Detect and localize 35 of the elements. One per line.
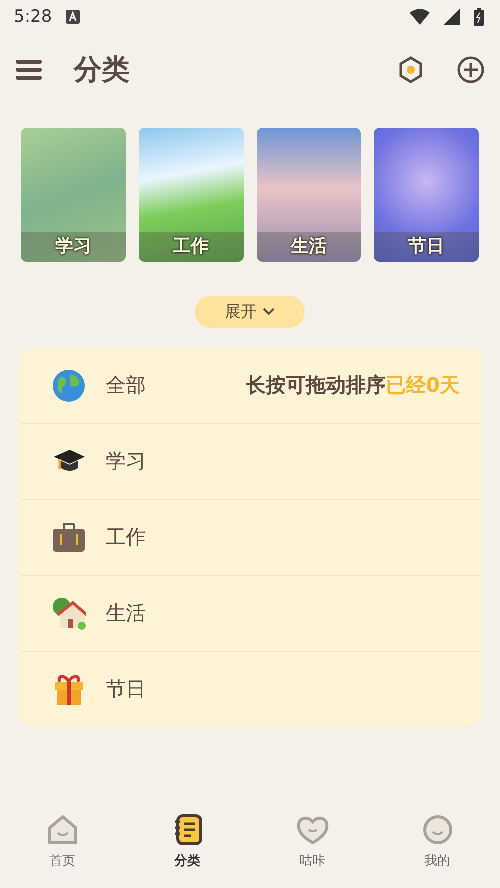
house-face-icon: [46, 814, 80, 846]
notebook-icon: [172, 814, 202, 846]
category-name[interactable]: 节日: [106, 676, 460, 703]
nav-tab[interactable]: 首页: [0, 796, 125, 888]
nav-tab[interactable]: 分类: [125, 796, 250, 888]
chevron-down-icon: [263, 308, 275, 316]
days-count: 已经0天: [386, 372, 460, 399]
briefcase-icon: [52, 520, 86, 554]
cover-label: 节日: [374, 232, 479, 262]
signal-icon: [444, 9, 460, 25]
house-with-tree-icon: [52, 596, 86, 630]
smiling-face-icon: [422, 814, 454, 846]
notification-icon: [66, 10, 80, 24]
category-name[interactable]: 生活: [106, 600, 460, 627]
category-cover[interactable]: 生活: [256, 128, 362, 262]
category-cover[interactable]: 工作: [138, 128, 244, 262]
category-name[interactable]: 学习: [106, 448, 460, 475]
gift-icon: [52, 672, 86, 706]
category-name[interactable]: 全部: [106, 372, 246, 399]
page-title: 分类: [74, 52, 131, 88]
cover-label: 学习: [21, 232, 126, 262]
expand-button[interactable]: 展开: [195, 296, 305, 328]
category-cover[interactable]: 节日: [374, 128, 479, 262]
cover-label: 工作: [138, 232, 244, 262]
category-name[interactable]: 工作: [106, 524, 460, 551]
status-time: 5:28: [14, 7, 52, 27]
nav-tab[interactable]: 我的: [375, 796, 500, 888]
cover-label: 生活: [256, 232, 362, 262]
globe-icon: [52, 368, 86, 402]
heart-face-icon: [296, 814, 330, 846]
battery-icon: [474, 8, 484, 26]
drag-sort-hint: 长按可拖动排序: [246, 372, 386, 399]
nav-tab[interactable]: 咕咔: [250, 796, 375, 888]
add-button[interactable]: [456, 55, 486, 85]
wifi-icon: [410, 9, 430, 25]
